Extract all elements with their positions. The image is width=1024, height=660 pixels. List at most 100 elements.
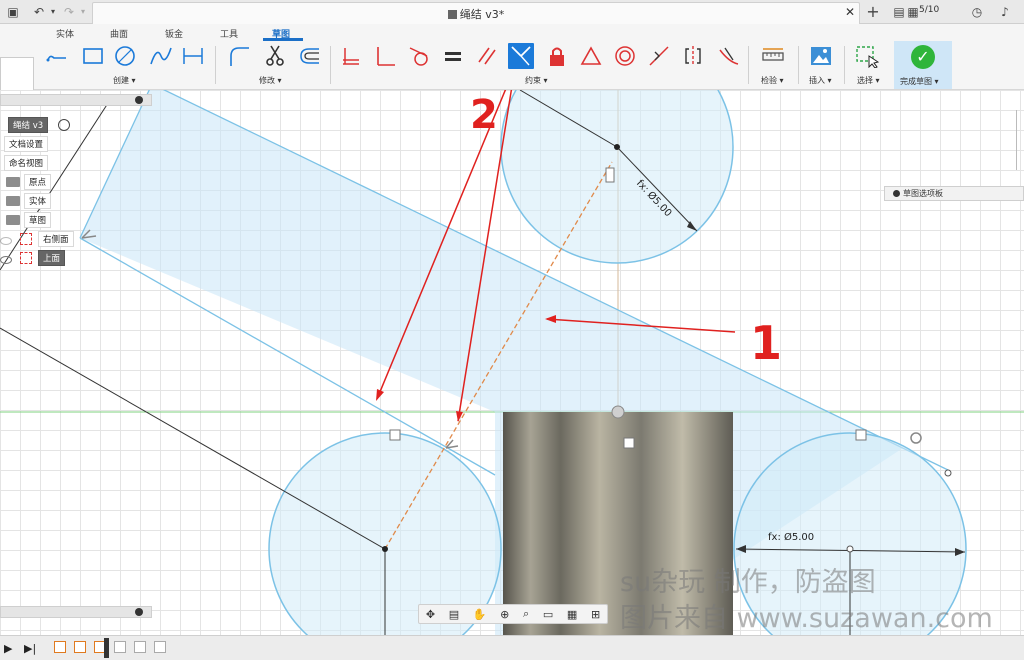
- sketch-item-right-plane[interactable]: 右侧面: [38, 231, 74, 247]
- tab-surface[interactable]: 曲面: [110, 27, 128, 40]
- activate-icon[interactable]: [58, 119, 70, 131]
- equal-constraint-icon[interactable]: [440, 43, 466, 69]
- finish-sketch-label: 完成草图 ▾: [900, 77, 939, 86]
- browser-panel-header[interactable]: [0, 94, 152, 106]
- measure-ruler-icon[interactable]: [760, 43, 786, 69]
- panel-collapse-icon[interactable]: [893, 190, 900, 197]
- circle-tool-icon[interactable]: [112, 43, 138, 69]
- checkmark-icon: ✓: [911, 45, 935, 69]
- fix-constraint-icon[interactable]: [338, 43, 364, 69]
- annotation-number-1: 1: [750, 316, 783, 370]
- fillet-tool-icon[interactable]: [226, 43, 252, 69]
- separator: [748, 46, 749, 84]
- insert-group-label[interactable]: 插入 ▾: [809, 75, 832, 86]
- timeline-feature-icon[interactable]: [154, 641, 166, 653]
- version-badge[interactable]: 5/10: [919, 5, 939, 15]
- orbit-icon[interactable]: ✥: [426, 608, 435, 621]
- visibility-eye-icon[interactable]: [0, 237, 12, 245]
- sketch-line-left: [0, 327, 386, 550]
- new-tab-icon[interactable]: +: [864, 3, 882, 21]
- timeline-sketch-icon[interactable]: [54, 641, 66, 653]
- dimension-label-right[interactable]: fx: Ø5.00: [768, 532, 814, 543]
- curvature-constraint-icon[interactable]: [716, 43, 742, 69]
- panel-collapse-icon[interactable]: [135, 608, 143, 616]
- separator: [330, 46, 331, 84]
- tangent-glyph: [389, 429, 401, 441]
- perpendicular-constraint-icon[interactable]: [372, 43, 398, 69]
- endpoint: [944, 469, 952, 477]
- panel-collapse-icon[interactable]: [135, 96, 143, 104]
- tab-tools[interactable]: 工具: [220, 27, 238, 40]
- close-tab-icon[interactable]: ✕: [845, 5, 855, 19]
- sketch-item-top-plane[interactable]: 上面: [38, 250, 66, 266]
- tangent-glyph: [855, 429, 867, 441]
- modify-group-label[interactable]: 修改 ▾: [259, 75, 282, 86]
- origin-point: [611, 405, 625, 419]
- create-group-label[interactable]: 创建 ▾: [113, 75, 136, 86]
- folder-icon: [6, 196, 20, 206]
- zoom-icon[interactable]: ⊕: [500, 608, 509, 621]
- browser-item-sketches[interactable]: 草图: [24, 212, 52, 228]
- lock-constraint-icon[interactable]: [544, 43, 570, 69]
- zoom-window-icon[interactable]: ⌕: [523, 607, 529, 621]
- navigation-toolbar: ✥ ▤ ✋ ⊕ ⌕ ▭ ▦ ⊞: [418, 604, 608, 624]
- active-tab-indicator: [263, 38, 303, 41]
- separator: [798, 46, 799, 84]
- browser-item-bodies[interactable]: 实体: [24, 193, 52, 209]
- pan-hand-icon[interactable]: ✋: [473, 608, 487, 621]
- tab-sheet-metal[interactable]: 钣金: [165, 27, 183, 40]
- browser-item-origin[interactable]: 原点: [24, 174, 52, 190]
- line-tool-icon[interactable]: [44, 43, 70, 69]
- watermark-line-1: su杂玩 制作，防盗图: [620, 567, 876, 598]
- folder-icon: [6, 177, 20, 187]
- inspect-group-label[interactable]: 检验 ▾: [761, 75, 784, 86]
- offset-tool-icon[interactable]: [296, 43, 322, 69]
- look-at-icon[interactable]: ▤: [449, 608, 459, 621]
- viewports-icon[interactable]: ⊞: [591, 608, 600, 621]
- ribbon-toolbar: 实体 曲面 钣金 工具 草图 创建 ▾ 修改 ▾ 约束 ▾ 检验 ▾ 插入 ▾ …: [0, 24, 1024, 109]
- timeline-marker-icon[interactable]: [104, 638, 109, 658]
- play-icon[interactable]: ▶: [4, 642, 12, 655]
- center-point-right: [846, 545, 854, 553]
- timeline-feature-icon[interactable]: [114, 641, 126, 653]
- browser-item-named-views[interactable]: 命名视图: [4, 155, 49, 171]
- visibility-eye-icon[interactable]: [0, 256, 12, 264]
- timeline-sketch-icon[interactable]: [74, 641, 86, 653]
- dimension-tool-icon[interactable]: [180, 43, 206, 69]
- redo-dropdown-icon[interactable]: ▾: [74, 3, 92, 21]
- tangent-circle-glyph: [910, 432, 922, 444]
- coincident-constraint-icon[interactable]: [508, 43, 534, 69]
- select-tool-icon[interactable]: [854, 43, 880, 69]
- midpoint-constraint-icon[interactable]: [646, 43, 672, 69]
- spline-tool-icon[interactable]: [148, 43, 174, 69]
- view-cube[interactable]: [1016, 110, 1024, 170]
- grid-settings-icon[interactable]: ▦: [567, 608, 577, 621]
- insert-image-icon[interactable]: [808, 43, 834, 69]
- display-settings-icon[interactable]: ▭: [543, 608, 553, 621]
- parallel-constraint-icon[interactable]: [474, 43, 500, 69]
- timeline-feature-icon[interactable]: [134, 641, 146, 653]
- document-tab[interactable]: 绳结 v3* ✕: [92, 2, 860, 24]
- trim-scissors-icon[interactable]: [262, 43, 288, 69]
- concentric-constraint-icon[interactable]: [612, 43, 638, 69]
- symmetry-constraint-icon[interactable]: [680, 43, 706, 69]
- timeline-bar: ▶ ▶|: [0, 635, 1024, 660]
- cube-icon: [447, 10, 457, 19]
- comments-panel-header[interactable]: [0, 606, 152, 618]
- clock-icon[interactable]: ◷: [968, 3, 986, 21]
- save-icon[interactable]: ▣: [4, 3, 22, 21]
- tab-solid[interactable]: 实体: [56, 27, 74, 40]
- constraints-group-label[interactable]: 约束 ▾: [525, 75, 548, 86]
- rectangle-tool-icon[interactable]: [80, 43, 106, 69]
- browser-root[interactable]: 绳结 v3: [8, 117, 49, 133]
- sketch-palette-header[interactable]: 草图选项板: [884, 186, 1024, 201]
- title-bar: ▣ ↶ ▾ ↷ ▾ 绳结 v3* ✕ + ▤ ▦ 5/10 ◷ ♪: [0, 0, 1024, 24]
- browser-item-document-settings[interactable]: 文档设置: [4, 136, 49, 152]
- notifications-icon[interactable]: ♪: [996, 3, 1014, 21]
- finish-sketch-button[interactable]: ✓ 完成草图 ▾: [894, 41, 952, 89]
- select-group-label[interactable]: 选择 ▾: [857, 75, 880, 86]
- go-to-end-icon[interactable]: ▶|: [24, 642, 36, 655]
- tangent-constraint-icon[interactable]: [406, 43, 432, 69]
- triangle-constraint-icon[interactable]: [578, 43, 604, 69]
- sketch-canvas[interactable]: fx: Ø5.00 fx: Ø5.00 1 2: [0, 90, 1024, 635]
